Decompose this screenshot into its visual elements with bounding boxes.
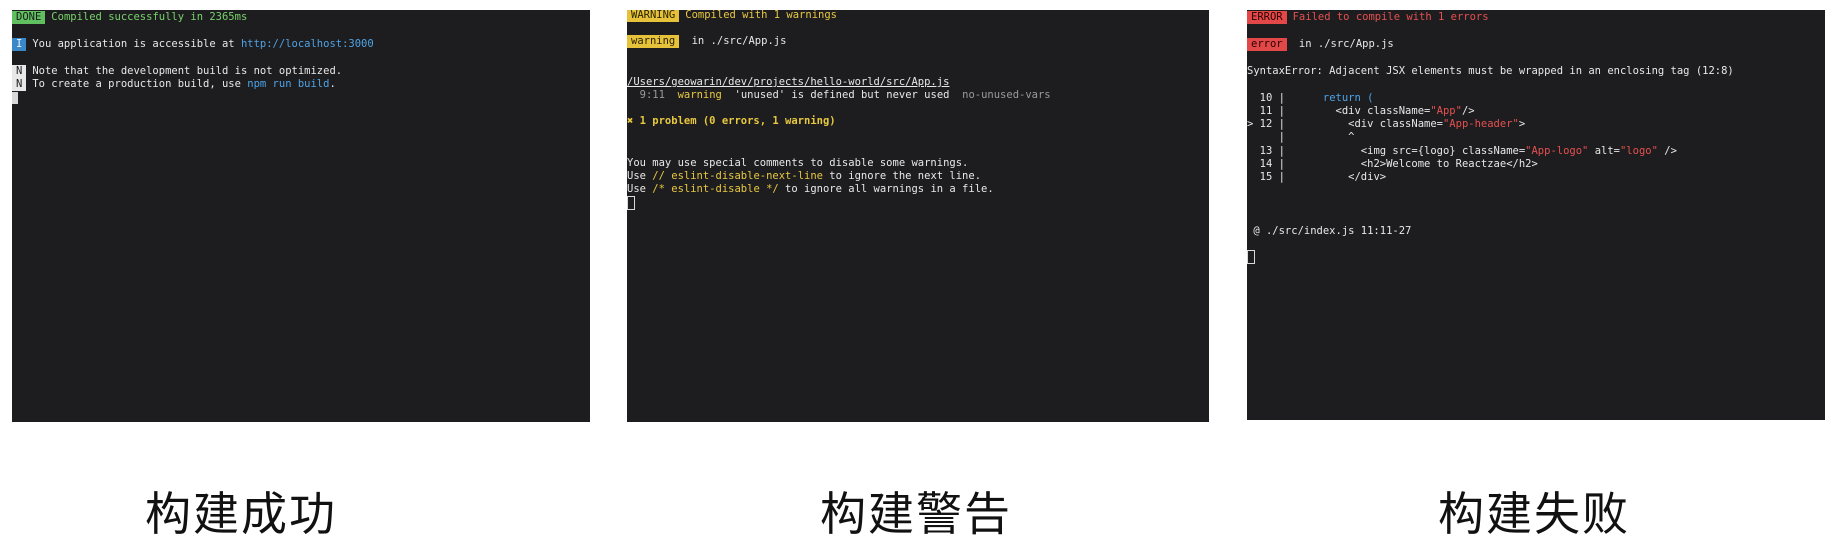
done-text: Compiled successfully in 2365ms [51,11,248,23]
hint-2-suffix: to ignore the next line. [822,170,982,182]
code-text: <img src={logo} className= [1284,145,1526,157]
error-at-line: @ ./src/index.js 11:11-27 [1247,224,1411,238]
terminal-success: DONE Compiled successfully in 2365ms I You… [12,10,590,422]
note-line-1: N Note that the development build is not … [12,64,342,78]
code-text: <div className= [1284,118,1443,130]
error-badge: ERROR [1247,11,1287,24]
info-badge: I [12,38,27,51]
warning-text: Compiled with 1 warnings [685,10,837,21]
code-line-13: 13 | <img src={logo} className="App-logo… [1247,144,1677,158]
hint-2-prefix: Use [627,170,653,182]
code-line-12: > 12 | <div className="App-header"> [1247,117,1525,131]
done-badge: DONE [12,11,46,24]
file-path-line: /Users/geowarin/dev/projects/hello-world… [627,75,949,89]
hint-line-3: Use /* eslint-disable */ to ignore all w… [627,182,994,196]
hint-3-suffix: to ignore all warnings in a file. [778,183,994,195]
code-line-15: 15 | </div> [1247,170,1386,184]
info-line: I You application is accessible at http:/… [12,37,374,51]
syntax-error: SyntaxError: Adjacent JSX elements must … [1247,65,1734,77]
warning-file: in ./src/App.js [685,35,787,47]
code-line-10: 10 | return ( [1247,91,1374,105]
terminal-cursor [627,196,635,210]
code-text: return ( [1284,92,1374,104]
error-header: ERROR Failed to compile with 1 errors [1247,10,1489,24]
note-line-2: N To create a production build, use npm r… [12,77,336,91]
code-text: <div className= [1284,105,1431,117]
warning-file-line: warning in ./src/App.js [627,34,786,48]
hint-3-prefix: Use [627,183,653,195]
line-number: 14 | [1247,158,1285,170]
done-line: DONE Compiled successfully in 2365ms [12,10,247,24]
line-number: 13 | [1247,145,1285,157]
code-string: "App-header" [1442,118,1519,130]
caret: ^ [1284,131,1355,143]
info-text: You application is accessible at [32,38,241,50]
error-at: @ ./src/index.js 11:11-27 [1247,225,1412,237]
terminal-error: ERROR Failed to compile with 1 errors err… [1247,10,1825,420]
lint-line: 9:11 warning 'unused' is defined but nev… [627,88,1051,102]
terminal-cursor [1247,250,1255,264]
note-text-1: Note that the development build is not o… [32,65,343,77]
code-text: </div> [1284,171,1387,183]
lint-message: 'unused' is defined but never used [734,89,950,101]
code-line-14: 14 | <h2>Welcome to Reactzae</h2> [1247,157,1538,171]
file-path[interactable]: /Users/geowarin/dev/projects/hello-world… [627,76,949,88]
cursor-line [627,196,635,210]
code-string: "logo" [1619,145,1658,157]
code-line-11: 11 | <div className="App"/> [1247,104,1475,118]
code-text: alt= [1588,145,1620,157]
cursor-line [12,91,18,105]
code-text: /> [1657,145,1677,157]
note-badge-2: N [12,78,27,91]
warning-header: WARNING Compiled with 1 warnings [627,10,837,22]
npm-build-cmd: npm run build [247,78,330,90]
hint-line-1: You may use special comments to disable … [627,156,968,170]
line-number: | [1247,131,1285,143]
caption-error: 构建失败 [1438,487,1630,541]
terminal-warning: WARNING Compiled with 1 warnings warning … [627,10,1209,422]
line-number: > 12 | [1247,118,1285,130]
problem-line: ✖ 1 problem (0 errors, 1 warning) [627,114,836,128]
caption-success: 构建成功 [145,487,337,541]
hint-1: You may use special comments to disable … [627,157,969,169]
hint-line-2: Use // eslint-disable-next-line to ignor… [627,169,981,183]
error-file: in ./src/App.js [1292,38,1394,50]
warning-badge-small: warning [627,35,680,48]
code-text: /> [1461,105,1475,117]
code-string: "App" [1430,105,1462,117]
note-text-2-suffix: . [329,78,336,90]
code-text: > [1518,118,1526,130]
localhost-link[interactable]: http://localhost:3000 [241,38,374,50]
lint-level: warning [677,89,722,101]
line-number: 11 | [1247,105,1285,117]
syntax-error-line: SyntaxError: Adjacent JSX elements must … [1247,64,1734,78]
line-number: 15 | [1247,171,1285,183]
note-text-2: To create a production build, use [32,78,248,90]
warning-badge: WARNING [627,10,680,22]
error-file-line: error in ./src/App.js [1247,37,1394,51]
lint-location: 9:11 [639,89,665,101]
problem-summary: ✖ 1 problem (0 errors, 1 warning) [627,115,836,127]
hint-2-code: // eslint-disable-next-line [652,170,823,182]
lint-rule: no-unused-vars [962,89,1051,101]
line-number: 10 | [1247,92,1285,104]
error-text: Failed to compile with 1 errors [1292,11,1489,23]
code-caret-line: | ^ [1247,130,1355,144]
terminal-cursor [12,92,18,104]
caption-warning: 构建警告 [820,487,1012,541]
code-text: <h2>Welcome to Reactzae</h2> [1284,158,1538,170]
hint-3-code: /* eslint-disable */ [652,183,779,195]
code-string: "App-logo" [1525,145,1589,157]
cursor-line [1247,250,1255,264]
error-badge-small: error [1247,38,1287,51]
